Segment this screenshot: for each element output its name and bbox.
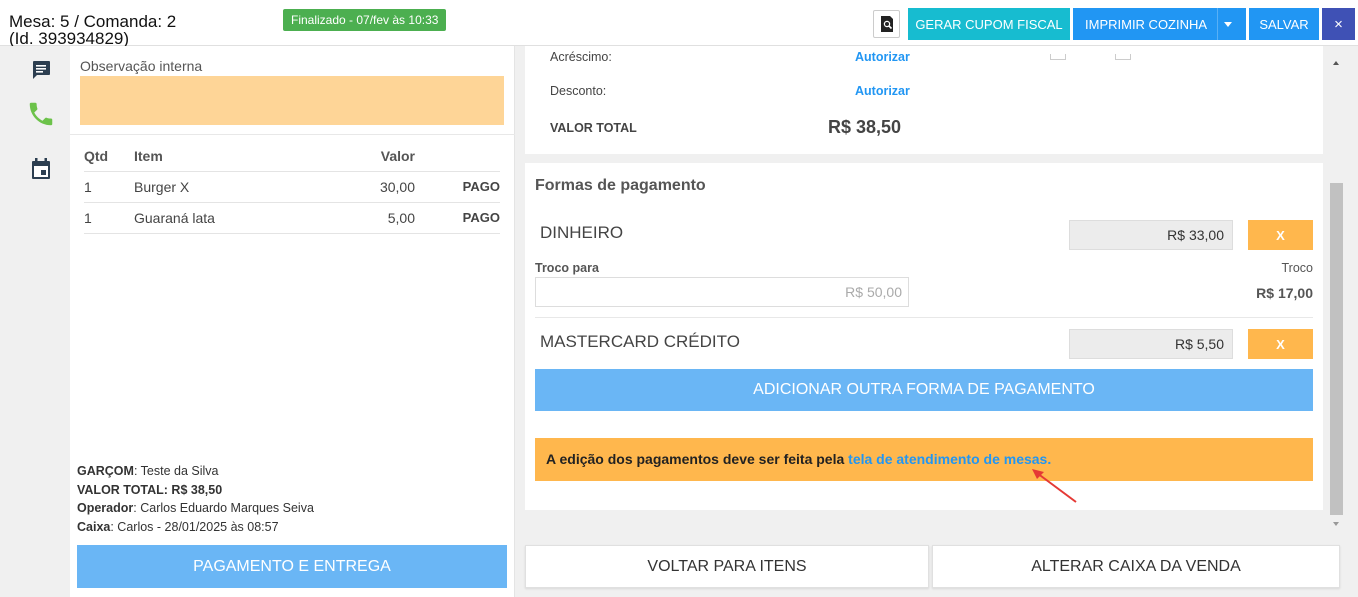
operador-line: Operador: Carlos Eduardo Marques Seiva [77,499,314,518]
col-qtd: Qtd [84,141,134,172]
calendar-icon[interactable] [30,157,52,181]
title-id: (Id. 393934829) [9,29,130,48]
observacao-interna-label: Observação interna [80,58,203,74]
valor-total-value: R$ 38,50 [828,117,902,137]
col-item: Item [134,141,334,172]
desconto-autorizar-link[interactable]: Autorizar [855,84,910,98]
row-qtd: 1 [84,202,134,234]
button-separator [1217,8,1218,40]
row-valor: 5,00 [334,202,415,234]
acrescimo-label: Acréscimo: [550,50,612,64]
message-icon[interactable] [30,59,52,81]
valor-total-line: VALOR TOTAL: R$ 38,50 [77,481,314,500]
troco-para-label: Troco para [535,261,599,275]
order-summary: GARÇOM: Teste da Silva VALOR TOTAL: R$ 3… [77,462,314,536]
warning-banner: A edição dos pagamentos deve ser feita p… [535,438,1313,481]
row-item: Burger X [134,171,334,203]
troco-label: Troco [1281,261,1314,275]
garcom-value: : Teste da Silva [133,464,219,478]
row-valor: 30,00 [334,171,415,203]
valor-total-label: VALOR TOTAL [550,121,637,135]
caixa-label: Caixa [77,519,111,534]
acrescimo-input-right[interactable] [1115,54,1131,60]
table-header-row: Qtd Item Valor [84,141,500,172]
atendimento-mesas-link[interactable]: tela de atendimento de mesas. [848,451,1051,467]
row-status: PAGO [415,202,500,234]
right-panel: Acréscimo: Autorizar Desconto: Autorizar… [515,46,1358,597]
scroll-down-icon[interactable] [1333,522,1339,526]
gerar-cupom-fiscal-button[interactable]: GERAR CUPOM FISCAL [908,8,1070,40]
operador-label: Operador [77,501,134,515]
troco-para-input[interactable]: R$ 50,00 [535,277,909,307]
table-row[interactable]: 1 Burger X 30,00 PAGO [84,171,500,203]
row-qtd: 1 [84,171,134,203]
garcom-line: GARÇOM: Teste da Silva [77,462,314,481]
acrescimo-input-left[interactable] [1050,54,1066,60]
payments-card: Formas de pagamento DINHEIRO R$ 33,00 X … [525,163,1323,510]
page-title: Mesa: 5 / Comanda: 2 (Id. 393934829) [9,13,176,47]
search-document-icon [880,16,893,32]
status-badge: Finalizado - 07/fev às 10:33 [283,9,447,31]
imprimir-cozinha-button[interactable]: IMPRIMIR COZINHA [1073,8,1246,40]
close-button[interactable]: × [1322,8,1355,40]
left-rail [0,46,70,597]
row-status: PAGO [415,171,500,203]
col-status [415,141,500,172]
col-valor: Valor [334,141,415,172]
preview-button[interactable] [873,10,900,38]
table-row[interactable]: 1 Guaraná lata 5,00 PAGO [84,202,500,234]
valor-total-summary: VALOR TOTAL: R$ 38,50 [77,482,223,497]
voltar-para-itens-button[interactable]: VOLTAR PARA ITENS [525,545,929,588]
top-bar: Mesa: 5 / Comanda: 2 (Id. 393934829) Fin… [0,0,1358,47]
title-mesa-comanda: Mesa: 5 / Comanda: 2 [9,12,177,31]
scrollbar[interactable] [1330,46,1343,533]
pagamento-entrega-button[interactable]: PAGAMENTO E ENTREGA [77,545,507,588]
chevron-down-icon[interactable] [1224,22,1232,27]
scroll-up-icon[interactable] [1333,61,1339,65]
acrescimo-autorizar-link[interactable]: Autorizar [855,50,910,64]
caixa-line: Caixa: Carlos - 28/01/2025 às 08:57 [77,518,314,537]
phone-icon[interactable] [26,98,56,130]
payment-method-name: MASTERCARD CRÉDITO [540,332,740,351]
warning-text: A edição dos pagamentos deve ser feita p… [546,451,849,467]
garcom-label: GARÇOM [77,464,134,478]
remove-payment-button[interactable]: X [1248,329,1313,359]
divider [70,134,515,135]
troco-value: R$ 17,00 [1256,285,1313,301]
add-payment-button[interactable]: ADICIONAR OUTRA FORMA DE PAGAMENTO [535,369,1313,411]
desconto-label: Desconto: [550,84,607,98]
divider [535,317,1313,318]
payment-method-value[interactable]: R$ 33,00 [1069,220,1233,250]
operador-value: : Carlos Eduardo Marques Seiva [133,501,314,515]
scrollbar-thumb[interactable] [1330,183,1343,515]
imprimir-cozinha-label: IMPRIMIR COZINHA [1085,16,1208,32]
caixa-value: : Carlos - 28/01/2025 às 08:57 [110,519,279,534]
payment-method-value[interactable]: R$ 5,50 [1069,329,1233,359]
formas-pagamento-title: Formas de pagamento [535,177,706,194]
observacao-interna-field[interactable] [80,76,504,125]
arrow-annotation-icon [1032,469,1077,503]
left-panel: Observação interna Qtd Item Valor 1 Burg… [70,46,515,597]
save-button[interactable]: SALVAR [1249,8,1319,40]
remove-payment-button[interactable]: X [1248,220,1313,250]
totals-card: Acréscimo: Autorizar Desconto: Autorizar… [525,46,1323,154]
row-item: Guaraná lata [134,202,334,234]
payment-method-name: DINHEIRO [540,223,624,242]
alterar-caixa-button[interactable]: ALTERAR CAIXA DA VENDA [932,545,1340,588]
items-table: Qtd Item Valor 1 Burger X 30,00 PAGO 1 G… [84,141,500,234]
